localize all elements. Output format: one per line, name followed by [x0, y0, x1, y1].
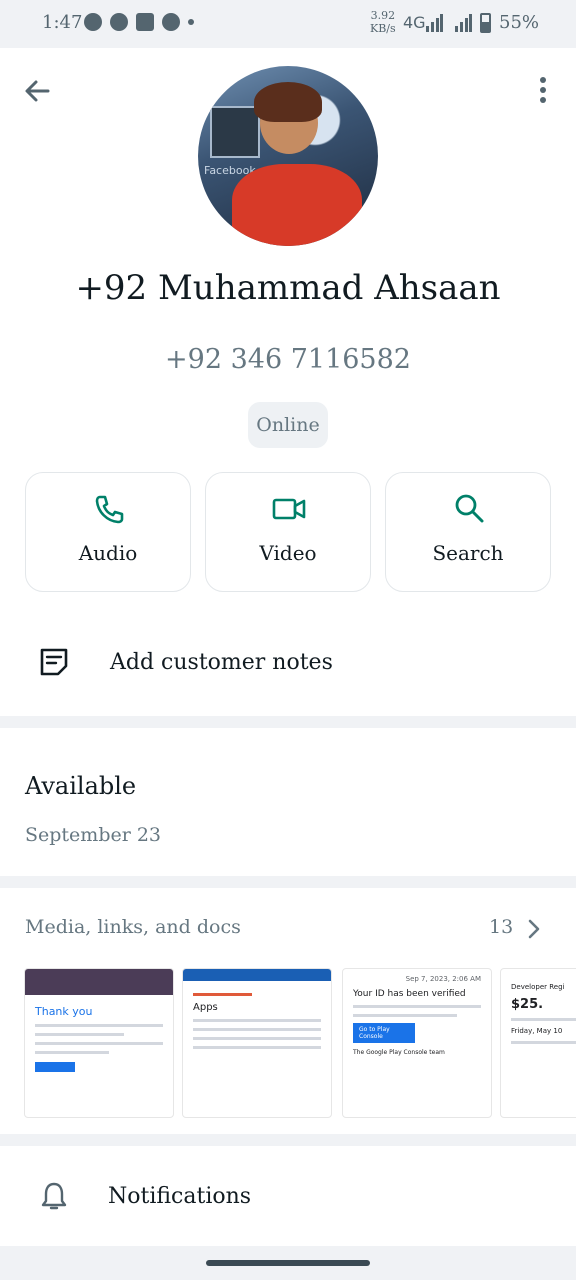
media-thumbnail-4[interactable]: Developer Regi $25. Friday, May 10 [500, 968, 576, 1118]
status-time: 1:47 [42, 12, 83, 33]
thumbnail-date: Sep 7, 2023, 2:06 AM [405, 975, 481, 983]
thumbnail-date: Friday, May 10 [511, 1027, 563, 1035]
search-icon [455, 494, 484, 523]
arrow-left-icon[interactable] [20, 74, 54, 108]
thumbnail-title: Developer Regi [511, 983, 565, 991]
signal-icon [426, 14, 443, 32]
bell-icon [41, 1182, 67, 1210]
facebook-icon [136, 13, 154, 31]
profile-section: Facebook +92 Muhammad Ahsaan +92 346 711… [0, 48, 576, 716]
dot-icon [188, 19, 194, 25]
notes-icon [40, 648, 68, 676]
add-customer-notes[interactable]: Add customer notes [0, 626, 576, 706]
media-thumbnail-2[interactable]: Apps [182, 968, 332, 1118]
media-section: Media, links, and docs 13 Thank you Apps… [0, 888, 576, 1134]
thumbnail-title: Apps [193, 1002, 218, 1013]
notifications-label: Notifications [108, 1184, 252, 1209]
thumbnail-button: Go to Play Console [353, 1023, 415, 1043]
about-date: September 23 [25, 824, 162, 846]
media-count[interactable]: 13 [489, 916, 513, 938]
notifications-row[interactable]: Notifications [0, 1146, 576, 1246]
video-call-button[interactable]: Video [205, 472, 371, 592]
tiktok-icon [162, 13, 180, 31]
notification-icons [84, 13, 194, 31]
message-icon [110, 13, 128, 31]
thumbnail-amount: $25. [511, 997, 544, 1012]
signal-icon-2 [455, 14, 472, 32]
home-handle[interactable] [206, 1260, 370, 1266]
media-heading[interactable]: Media, links, and docs [25, 916, 241, 938]
network-type: 4G [403, 13, 426, 32]
thumbnail-title: Thank you [35, 1005, 93, 1018]
audio-call-button[interactable]: Audio [25, 472, 191, 592]
network-speed-unit: KB/s [370, 22, 396, 35]
avatar[interactable]: Facebook [198, 66, 378, 246]
thumbnail-footer: The Google Play Console team [353, 1049, 445, 1056]
about-text: Available [25, 772, 137, 800]
video-label: Video [259, 541, 317, 565]
thumbnail-title: Your ID has been verified [353, 989, 466, 999]
network-speed: 3.92 KB/s [370, 9, 396, 35]
presence-badge: Online [248, 402, 328, 448]
search-label: Search [432, 541, 504, 565]
battery-icon [480, 13, 491, 33]
whatsapp-icon [84, 13, 102, 31]
media-thumbnail-3[interactable]: Sep 7, 2023, 2:06 AM Your ID has been ve… [342, 968, 492, 1118]
network-speed-value: 3.92 [370, 9, 396, 22]
about-section[interactable]: Available September 23 [0, 728, 576, 876]
video-icon [272, 498, 306, 520]
more-vertical-icon[interactable] [528, 74, 558, 108]
contact-name: +92 Muhammad Ahsaan [75, 268, 501, 308]
add-customer-notes-label: Add customer notes [110, 650, 333, 675]
contact-phone: +92 346 7116582 [165, 344, 411, 375]
search-button[interactable]: Search [385, 472, 551, 592]
battery-percentage: 55% [499, 12, 540, 33]
gesture-bar [0, 1246, 576, 1280]
status-bar: 1:47 3.92 KB/s 4G 55% [0, 0, 576, 48]
audio-label: Audio [78, 541, 138, 565]
chevron-right-icon[interactable] [524, 918, 544, 940]
phone-icon [95, 495, 124, 524]
media-thumbnail-1[interactable]: Thank you [24, 968, 174, 1118]
